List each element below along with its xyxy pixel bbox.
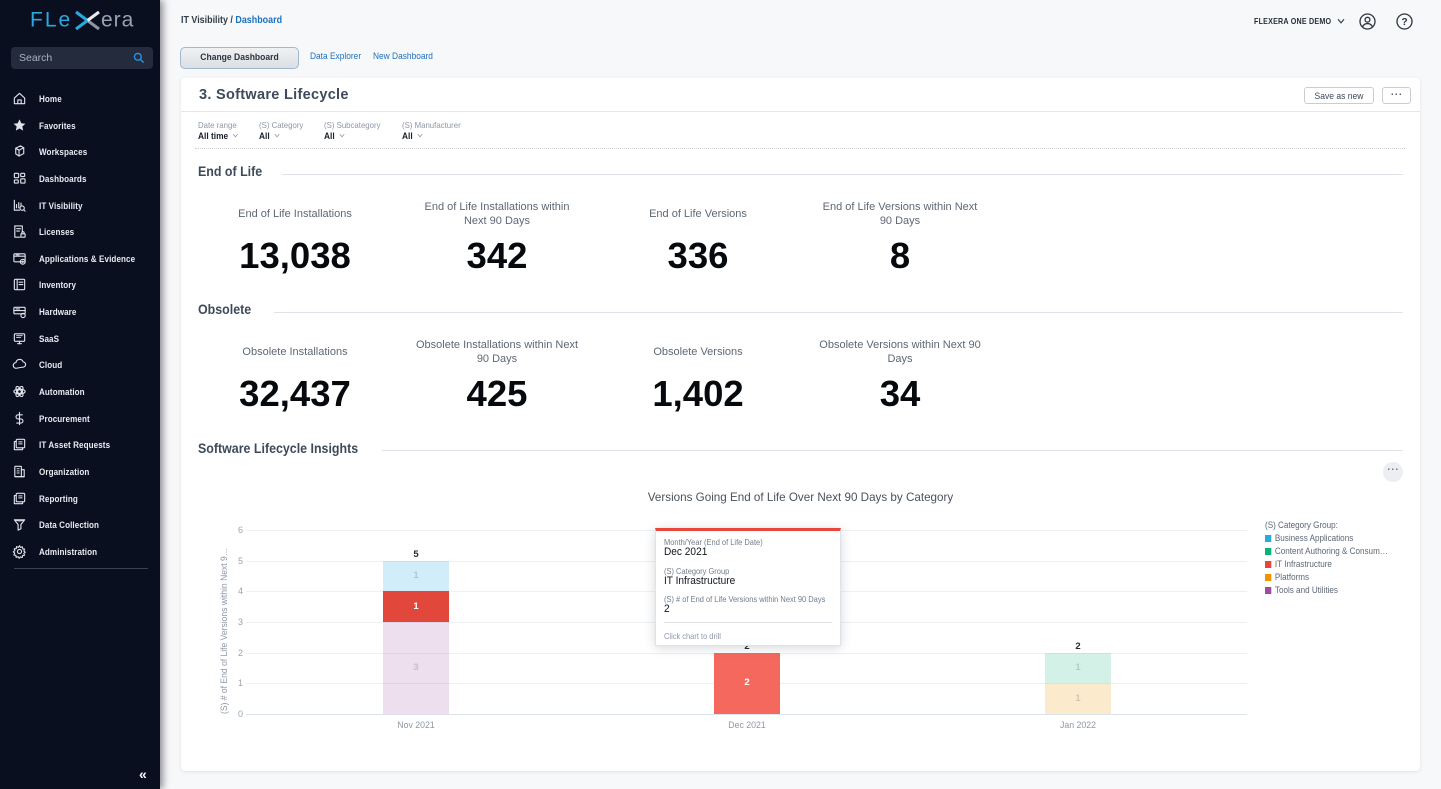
- svg-text:era: era: [101, 9, 134, 32]
- svg-text:?: ?: [1401, 17, 1407, 28]
- svg-text:FLe: FLe: [30, 9, 72, 32]
